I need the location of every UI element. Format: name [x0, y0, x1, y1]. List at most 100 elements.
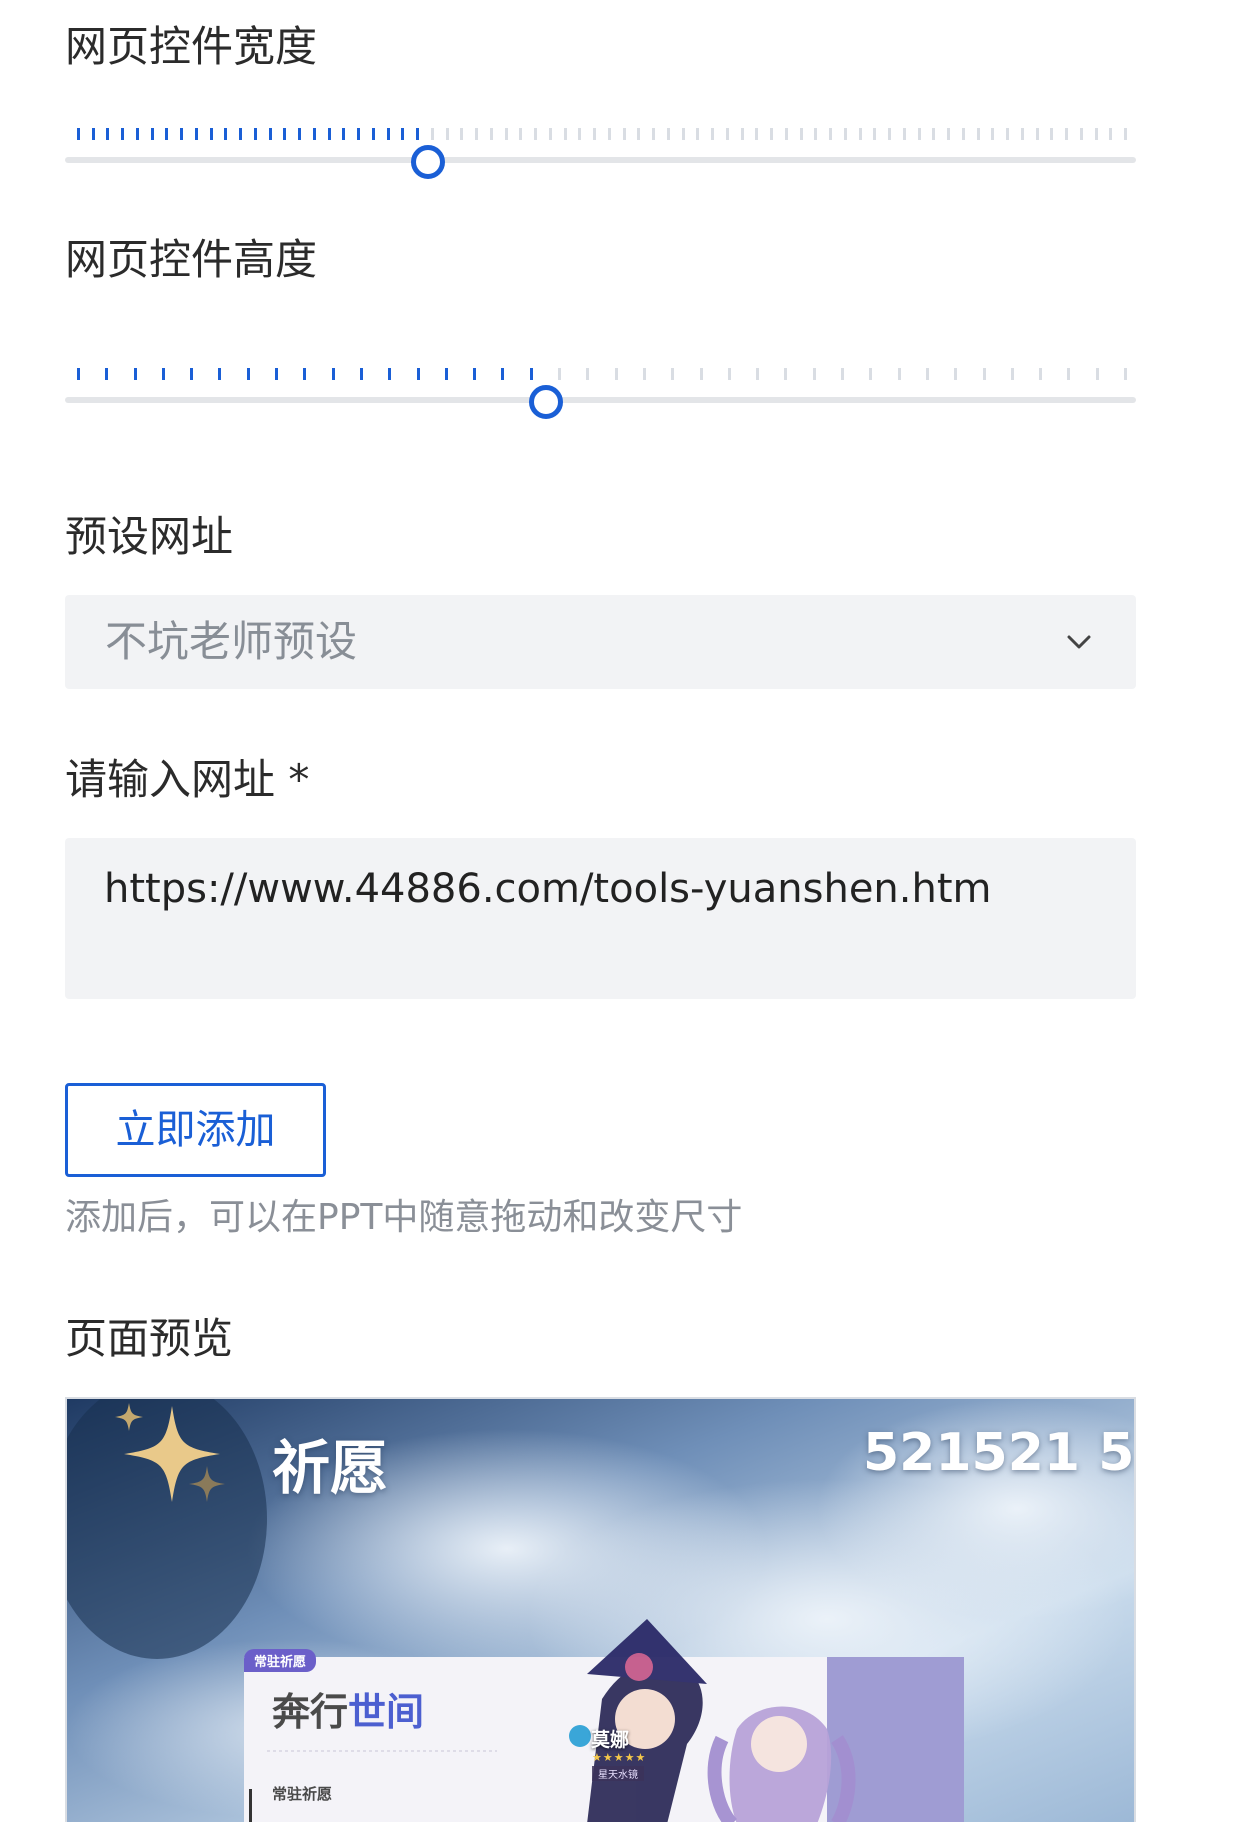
- banner-title-part2: 世间: [348, 1690, 425, 1734]
- slider-tick: [416, 128, 420, 140]
- slider-tick: [77, 368, 80, 380]
- slider-tick: [932, 128, 936, 140]
- slider-tick: [475, 128, 479, 140]
- slider-tick: [784, 368, 788, 380]
- slider-tick: [1020, 128, 1024, 140]
- slider-tick: [829, 128, 833, 140]
- slider-tick: [224, 128, 228, 140]
- slider-tick: [430, 128, 434, 140]
- slider-tick: [275, 368, 279, 380]
- slider-tick: [902, 128, 906, 140]
- slider-tick: [327, 128, 331, 140]
- slider-tick: [445, 128, 449, 140]
- slider-tick: [593, 128, 597, 140]
- height-slider-thumb[interactable]: [528, 385, 563, 419]
- slider-tick: [534, 128, 538, 140]
- page-preview[interactable]: 祈愿 521521 521 常驻祈愿 奔行世间 常驻祈愿 莫娜 ★★★★★ 星天…: [65, 1397, 1136, 1822]
- slider-tick: [961, 128, 965, 140]
- slider-tick: [548, 128, 552, 140]
- slider-tick: [501, 368, 505, 380]
- add-hint-text: 添加后，可以在PPT中随意拖动和改变尺寸: [65, 1197, 743, 1238]
- slider-tick: [699, 368, 703, 380]
- slider-tick: [416, 368, 420, 380]
- slider-tick: [869, 368, 873, 380]
- slider-tick: [799, 128, 803, 140]
- width-slider[interactable]: [65, 128, 1136, 188]
- slider-tick: [991, 128, 995, 140]
- url-input[interactable]: https://www.44886.com/tools-yuanshen.htm: [65, 838, 1136, 999]
- slider-tick: [622, 128, 626, 140]
- slider-tick: [671, 368, 675, 380]
- slider-tick: [253, 128, 257, 140]
- height-label: 网页控件高度: [65, 235, 318, 284]
- slider-tick: [342, 128, 346, 140]
- slider-tick: [652, 128, 656, 140]
- preview-label: 页面预览: [65, 1314, 234, 1363]
- banner-tag: 常驻祈愿: [244, 1649, 317, 1672]
- slider-tick: [121, 128, 125, 140]
- height-slider[interactable]: [65, 368, 1136, 428]
- slider-tick: [725, 128, 729, 140]
- slider-tick: [489, 128, 493, 140]
- preset-selected-value: 不坑老师预设: [105, 617, 358, 666]
- slider-tick: [331, 368, 335, 380]
- slider-tick: [642, 368, 646, 380]
- width-slider-track[interactable]: [65, 157, 1136, 163]
- slider-tick: [1067, 368, 1071, 380]
- slider-tick: [359, 368, 363, 380]
- slider-tick: [696, 128, 700, 140]
- slider-tick: [614, 368, 618, 380]
- slider-tick: [504, 128, 508, 140]
- slider-tick: [843, 128, 847, 140]
- slider-tick: [1094, 128, 1098, 140]
- slider-tick: [897, 368, 901, 380]
- banner-title: 奔行世间: [272, 1681, 424, 1736]
- slider-tick: [1109, 128, 1113, 140]
- slider-tick: [563, 128, 567, 140]
- add-now-button[interactable]: 立即添加: [65, 1083, 326, 1177]
- slider-tick: [814, 128, 818, 140]
- width-slider-ticks: [65, 128, 1136, 142]
- slider-tick: [312, 128, 316, 140]
- width-slider-thumb[interactable]: [411, 145, 446, 179]
- banner-subtitle: 常驻祈愿: [272, 1785, 333, 1803]
- preset-select[interactable]: 不坑老师预设: [65, 595, 1136, 689]
- character-name: 莫娜: [591, 1729, 630, 1751]
- slider-tick: [460, 128, 464, 140]
- slider-tick: [519, 128, 523, 140]
- banner-title-part1: 奔行: [272, 1690, 349, 1734]
- weapon-name: 星天水镜: [592, 1766, 644, 1781]
- hydro-element-icon: [569, 1725, 591, 1747]
- slider-tick: [917, 128, 921, 140]
- slider-tick: [239, 128, 243, 140]
- slider-tick: [133, 368, 137, 380]
- preview-page-title: 祈愿: [272, 1434, 389, 1502]
- slider-tick: [607, 128, 611, 140]
- slider-tick: [298, 128, 302, 140]
- slider-tick: [218, 368, 222, 380]
- height-slider-ticks: [65, 368, 1136, 382]
- slider-tick: [1006, 128, 1010, 140]
- slider-tick: [106, 128, 110, 140]
- slider-tick: [444, 368, 448, 380]
- slider-tick: [246, 368, 250, 380]
- preset-label: 预设网址: [65, 512, 234, 561]
- slider-tick: [388, 368, 392, 380]
- slider-tick: [77, 128, 80, 140]
- slider-tick: [386, 128, 390, 140]
- slider-tick: [954, 368, 958, 380]
- slider-tick: [1079, 128, 1083, 140]
- slider-tick: [180, 128, 184, 140]
- slider-tick: [303, 368, 307, 380]
- slider-tick: [558, 368, 562, 380]
- height-slider-track[interactable]: [65, 397, 1136, 403]
- slider-tick: [190, 368, 194, 380]
- slider-tick: [1065, 128, 1068, 140]
- slider-tick: [105, 368, 109, 380]
- slider-tick: [681, 128, 685, 140]
- slider-tick: [982, 368, 986, 380]
- character-stars: ★★★★★: [592, 1751, 647, 1764]
- slider-tick: [283, 128, 287, 140]
- slider-tick: [1010, 368, 1014, 380]
- slider-tick: [727, 368, 731, 380]
